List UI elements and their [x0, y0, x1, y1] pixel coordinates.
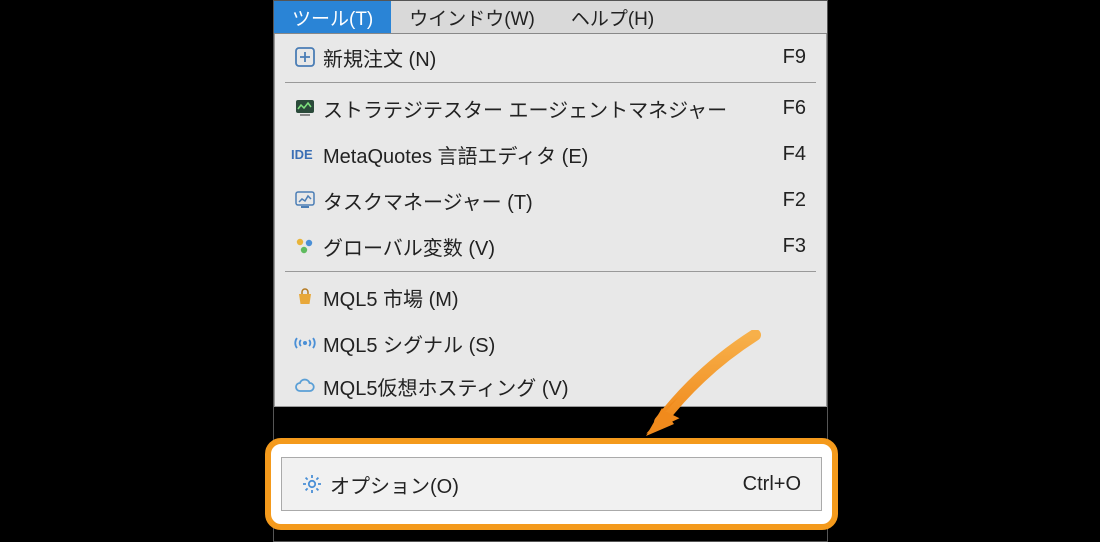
highlight-callout: オプション(O) Ctrl+O: [265, 438, 838, 530]
menu-task-manager[interactable]: タスクマネージャー (T) F2: [275, 177, 826, 223]
svg-text:IDE: IDE: [291, 147, 313, 162]
signals-icon: [287, 332, 323, 354]
menu-label: オプション(O): [330, 470, 743, 499]
menu-label: ストラテジテスター エージェントマネジャー: [323, 94, 783, 123]
shortcut: F6: [783, 97, 806, 120]
menu-window[interactable]: ウインドウ(W): [391, 1, 553, 33]
shortcut: Ctrl+O: [743, 473, 801, 496]
new-order-icon: [287, 46, 323, 68]
market-icon: [287, 286, 323, 308]
menu-tools[interactable]: ツール(T): [274, 1, 391, 33]
shortcut: F9: [783, 46, 806, 69]
menu-mql5-market[interactable]: MQL5 市場 (M): [275, 274, 826, 320]
menu-label: MetaQuotes 言語エディタ (E): [323, 140, 783, 169]
menu-metaeditor[interactable]: IDE MetaQuotes 言語エディタ (E) F4: [275, 131, 826, 177]
shortcut: F2: [783, 189, 806, 212]
shortcut: F4: [783, 143, 806, 166]
menu-options[interactable]: オプション(O) Ctrl+O: [281, 457, 822, 511]
menu-mql5-signals[interactable]: MQL5 シグナル (S): [275, 320, 826, 366]
options-icon: [294, 472, 330, 496]
separator: [285, 271, 816, 272]
menu-label: MQL5 市場 (M): [323, 283, 806, 312]
menu-global-variables[interactable]: グローバル変数 (V) F3: [275, 223, 826, 269]
separator: [285, 82, 816, 83]
ide-icon: IDE: [287, 146, 323, 162]
menu-label: グローバル変数 (V): [323, 232, 783, 261]
menu-label: MQL5仮想ホスティング (V): [323, 372, 806, 401]
menu-help[interactable]: ヘルプ(H): [553, 1, 672, 33]
strategy-tester-icon: [287, 97, 323, 119]
cloud-icon: [287, 377, 323, 395]
menu-new-order[interactable]: 新規注文 (N) F9: [275, 34, 826, 80]
shortcut: F3: [783, 235, 806, 258]
globals-icon: [287, 235, 323, 257]
menubar: ツール(T) ウインドウ(W) ヘルプ(H): [274, 1, 827, 34]
menu-label: 新規注文 (N): [323, 43, 783, 72]
menu-label: MQL5 シグナル (S): [323, 329, 806, 358]
task-manager-icon: [287, 189, 323, 211]
menu-label: タスクマネージャー (T): [323, 186, 783, 215]
tools-dropdown: 新規注文 (N) F9 ストラテジテスター エージェントマネジャー F6 IDE…: [274, 34, 827, 407]
menu-mql5-hosting[interactable]: MQL5仮想ホスティング (V): [275, 366, 826, 406]
menu-strategy-tester[interactable]: ストラテジテスター エージェントマネジャー F6: [275, 85, 826, 131]
